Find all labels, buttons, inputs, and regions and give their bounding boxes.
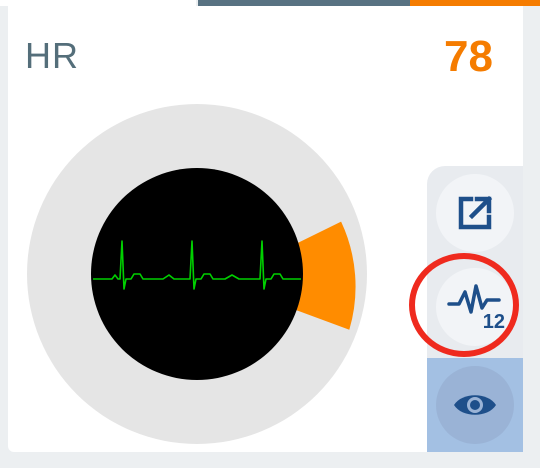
- view-button[interactable]: [436, 366, 514, 444]
- ecg-12-lead-button[interactable]: 12: [436, 268, 514, 346]
- ecg-12-lead-badge: 12: [482, 311, 505, 333]
- open-in-new-icon: [458, 195, 493, 230]
- open-external-button[interactable]: [436, 174, 514, 252]
- vital-value: 78: [444, 32, 493, 81]
- eye-icon: [454, 395, 496, 415]
- vital-label: HR: [25, 35, 79, 76]
- heart-rate-gauge: [27, 104, 367, 444]
